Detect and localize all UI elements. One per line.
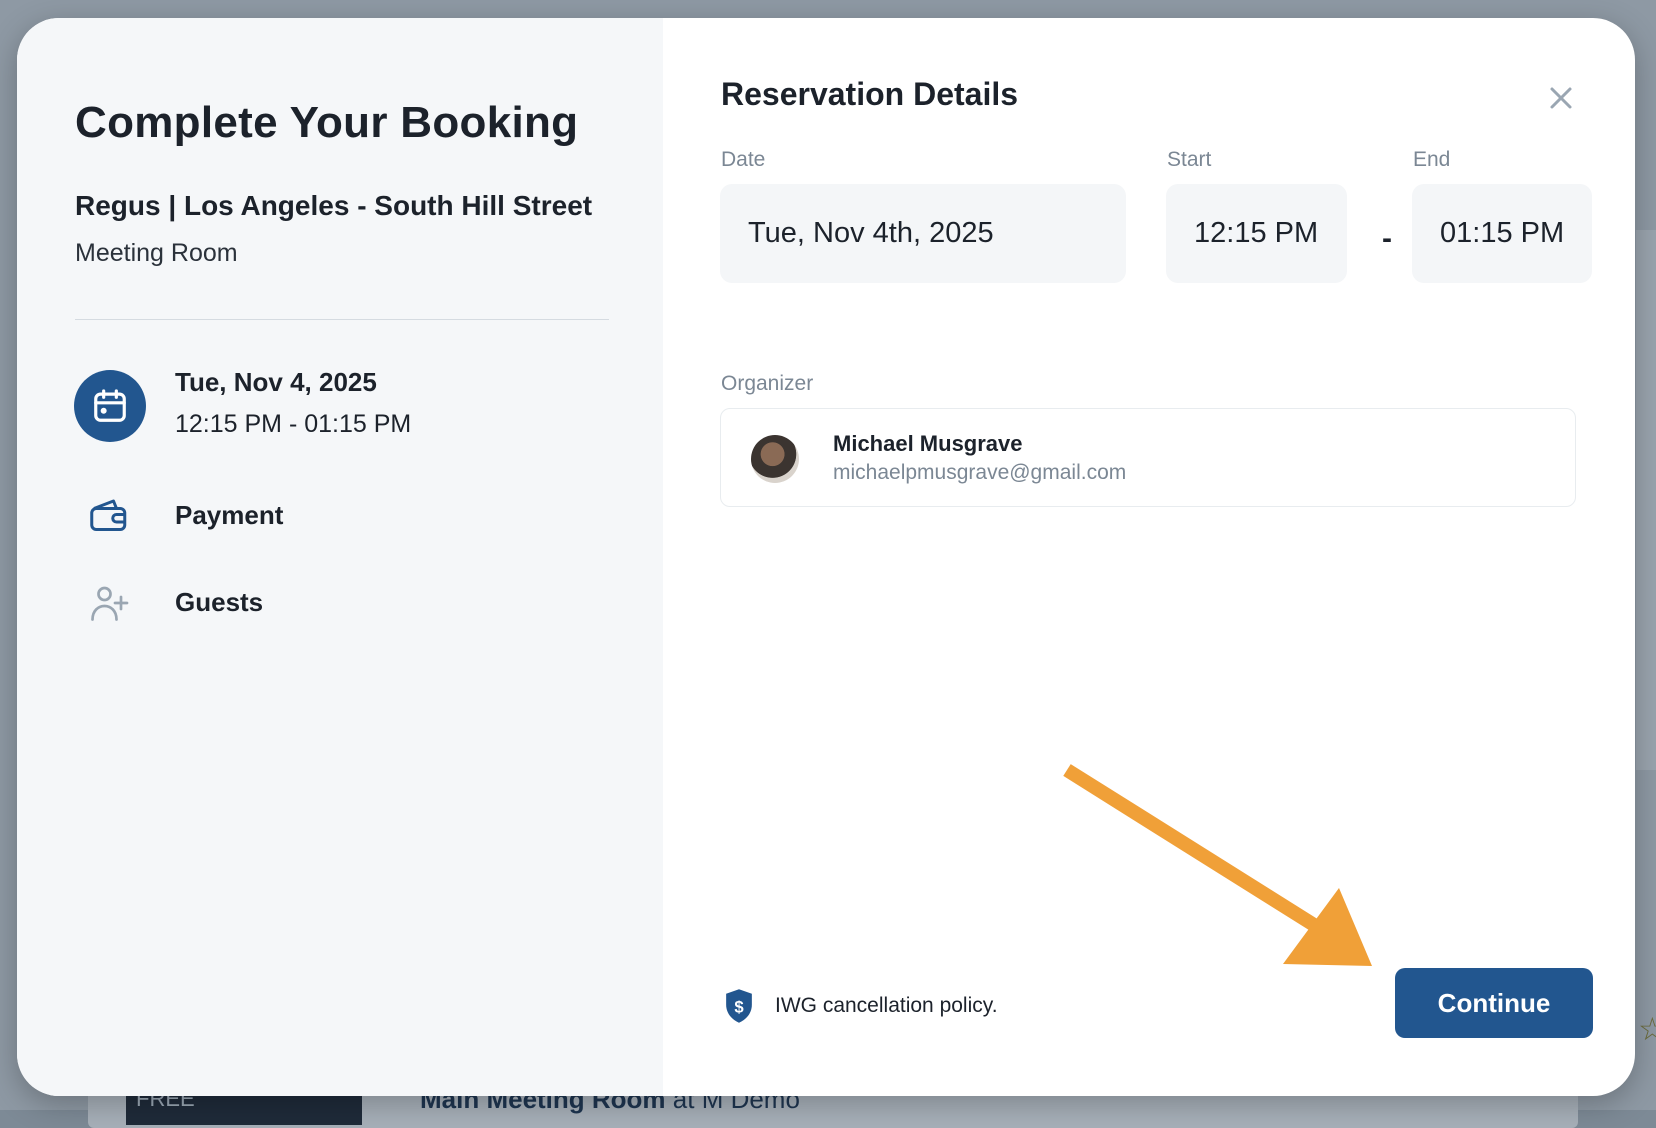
- summary-time: 12:15 PM - 01:15 PM: [175, 410, 412, 438]
- step-guests-label: Guests: [175, 587, 264, 617]
- shield-dollar-icon: $: [726, 989, 752, 1023]
- booking-title: Complete Your Booking: [75, 98, 579, 147]
- booking-modal: Complete Your Booking Regus | Los Angele…: [17, 18, 1635, 1096]
- wallet-icon: [88, 496, 130, 536]
- time-range-separator: -: [1382, 222, 1392, 255]
- start-time-field[interactable]: 12:15 PM: [1166, 184, 1347, 283]
- start-label: Start: [1167, 148, 1212, 171]
- date-field[interactable]: Tue, Nov 4th, 2025: [720, 184, 1126, 283]
- reservation-details-panel: Reservation Details Date Tue, Nov 4th, 2…: [663, 18, 1635, 1096]
- svg-text:$: $: [734, 997, 744, 1016]
- location-name: Regus | Los Angeles - South Hill Street: [75, 190, 593, 221]
- calendar-icon: [74, 370, 146, 442]
- end-label: End: [1413, 148, 1451, 171]
- summary-date: Tue, Nov 4, 2025: [175, 367, 377, 397]
- cancellation-policy-link[interactable]: $ IWG cancellation policy.: [723, 986, 998, 1026]
- background-panel-edge: [1636, 230, 1656, 770]
- close-icon: [1550, 87, 1572, 109]
- summary-divider: [75, 319, 609, 320]
- step-payment-label: Payment: [175, 500, 284, 530]
- organizer-card: Michael Musgrave michaelpmusgrave@gmail.…: [720, 408, 1576, 507]
- step-guests[interactable]: Guests: [74, 573, 594, 633]
- organizer-label: Organizer: [721, 372, 814, 395]
- step-payment[interactable]: Payment: [74, 486, 594, 546]
- reservation-heading: Reservation Details: [721, 76, 1019, 112]
- add-user-icon: [88, 583, 130, 623]
- policy-text: IWG cancellation policy.: [775, 994, 998, 1017]
- star-icon: ☆: [1638, 1011, 1656, 1047]
- booking-summary-panel: Complete Your Booking Regus | Los Angele…: [17, 18, 663, 1096]
- avatar: [751, 435, 799, 483]
- room-type: Meeting Room: [75, 239, 238, 267]
- close-button[interactable]: [1543, 80, 1579, 116]
- organizer-name: Michael Musgrave: [833, 431, 1023, 456]
- organizer-email: michaelpmusgrave@gmail.com: [833, 461, 1127, 484]
- end-time-field[interactable]: 01:15 PM: [1412, 184, 1592, 283]
- date-label: Date: [721, 148, 766, 171]
- continue-button[interactable]: Continue: [1395, 968, 1593, 1038]
